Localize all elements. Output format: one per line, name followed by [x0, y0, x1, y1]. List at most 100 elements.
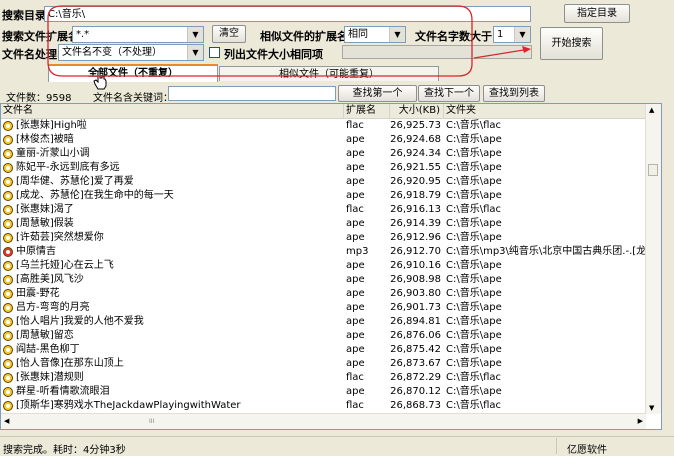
list-same-size-checkbox[interactable] [209, 47, 220, 58]
cell-size: 26,875.42 [390, 344, 441, 355]
cell-size: 26,924.68 [390, 134, 441, 145]
scroll-right-icon[interactable]: ▶ [638, 417, 643, 425]
chevron-down-icon[interactable]: ▼ [389, 27, 405, 42]
table-row[interactable]: [张惠妹]High啦 flac 26,925.73 C:\音乐\flac [1, 119, 661, 133]
table-row[interactable]: 吕方-弯弯的月亮 ape 26,901.73 C:\音乐\ape [1, 301, 661, 315]
file-count-label: 文件数：9598 [6, 93, 72, 104]
table-row[interactable]: [张惠妹]渴了 flac 26,916.13 C:\音乐\flac [1, 203, 661, 217]
tab-similar-files[interactable]: 相似文件（可能重复） [219, 66, 439, 81]
table-row[interactable]: 陈妃平-永远到底有多远 ape 26,921.55 C:\音乐\ape [1, 161, 661, 175]
cell-file-name: 吕方-弯弯的月亮 [1, 301, 344, 315]
audio-file-icon [3, 261, 13, 271]
cell-file-name: [乌兰托娅]心在云上飞 [1, 259, 344, 273]
scroll-up-icon[interactable]: ▲ [649, 106, 654, 114]
audio-file-icon [3, 219, 13, 229]
audio-file-icon [3, 275, 13, 285]
table-row[interactable]: [乌兰托娅]心在云上飞 ape 26,910.16 C:\音乐\ape [1, 259, 661, 273]
cell-ext: ape [346, 218, 365, 229]
table-row[interactable]: [顶斯华]寒鸦戏水TheJackdawPlayingwithWater flac 2… [1, 399, 661, 413]
audio-file-icon [3, 177, 13, 187]
cell-ext: ape [346, 176, 365, 187]
table-row[interactable]: [周华健、苏慧伦]爱了再爱 ape 26,920.95 C:\音乐\ape [1, 175, 661, 189]
cell-ext: mp3 [346, 246, 369, 257]
audio-file-icon [3, 331, 13, 341]
chevron-down-icon[interactable]: ▼ [514, 27, 530, 42]
cell-ext: ape [346, 302, 365, 313]
tab-all-files[interactable]: 全部文件（不重复） [48, 64, 218, 82]
start-search-button[interactable]: 开始搜索 [540, 27, 603, 60]
table-row[interactable]: [周慧敏]假装 ape 26,914.39 C:\音乐\ape [1, 217, 661, 231]
cell-ext: ape [346, 190, 365, 201]
audio-file-icon [3, 317, 13, 327]
column-header-folder[interactable]: 文件夹 [444, 104, 649, 118]
audio-file-icon [3, 205, 13, 215]
similar-ext-value: 相同 [348, 29, 368, 40]
scroll-left-icon[interactable]: ◀ [4, 417, 9, 425]
cell-folder: C:\音乐\mp3\纯音乐\北京中国古典乐团.-.[龙 [446, 246, 647, 257]
scroll-down-icon[interactable]: ▼ [649, 404, 654, 412]
horizontal-scrollbar[interactable]: ◀ III ▶ [1, 413, 646, 429]
file-list-header: 文件名 扩展名 大小(KB) 文件夹 [1, 104, 661, 119]
audio-file-icon [3, 373, 13, 383]
cell-folder: C:\音乐\flac [446, 400, 502, 411]
vertical-scroll-thumb[interactable] [648, 164, 658, 176]
column-header-name[interactable]: 文件名 [1, 104, 344, 118]
table-row[interactable]: [怡人音像]在那东山顶上 ape 26,873.67 C:\音乐\ape [1, 357, 661, 371]
table-row[interactable]: 群星-听看情歌流眼泪 ape 26,870.12 C:\音乐\ape [1, 385, 661, 399]
table-row[interactable]: [许茹芸]突然想爱你 ape 26,912.96 C:\音乐\ape [1, 231, 661, 245]
cell-size: 26,868.73 [390, 400, 441, 411]
cell-ext: flac [346, 372, 364, 383]
cell-size: 26,916.13 [390, 204, 441, 215]
table-row[interactable]: [怡人唱片]我爱的人他不爱我 ape 26,894.81 C:\音乐\ape [1, 315, 661, 329]
cell-folder: C:\音乐\ape [446, 260, 502, 271]
table-row[interactable]: [林俊杰]被暗 ape 26,924.68 C:\音乐\ape [1, 133, 661, 147]
hand-cursor-icon [93, 70, 107, 90]
audio-file-icon [3, 345, 13, 355]
find-first-button[interactable]: 查找第一个 [338, 85, 417, 102]
cell-folder: C:\音乐\ape [446, 302, 502, 313]
file-list-rows: [张惠妹]High啦 flac 26,925.73 C:\音乐\flac [林俊杰]被暗… [1, 119, 661, 427]
audio-file-icon [3, 401, 13, 411]
name-process-combo[interactable]: 文件名不变（不处理） ▼ [58, 44, 204, 61]
table-row[interactable]: [高胜美]风飞沙 ape 26,908.98 C:\音乐\ape [1, 273, 661, 287]
table-row[interactable]: 阎喆-黑色柳丁 ape 26,875.42 C:\音乐\ape [1, 343, 661, 357]
list-same-size-label: 列出文件大小相同项 [224, 48, 323, 61]
cell-ext: flac [346, 204, 364, 215]
cell-size: 26,870.12 [390, 386, 441, 397]
similar-ext-combo[interactable]: 相同 ▼ [344, 26, 406, 43]
table-row[interactable]: [张惠妹]潜规则 flac 26,872.29 C:\音乐\flac [1, 371, 661, 385]
column-header-ext[interactable]: 扩展名 [344, 104, 390, 118]
table-row[interactable]: 童丽-沂蒙山小调 ape 26,924.34 C:\音乐\ape [1, 147, 661, 161]
keyword-input[interactable] [168, 86, 336, 101]
find-next-button[interactable]: 查找下一个 [418, 85, 480, 102]
vertical-scrollbar[interactable]: ▲ ▼ [645, 104, 661, 414]
table-row[interactable]: 中原情吉 mp3 26,912.70 C:\音乐\mp3\纯音乐\北京中国古典乐团.-… [1, 245, 661, 259]
find-to-list-button[interactable]: 查找到列表 [483, 85, 545, 102]
clear-button[interactable]: 清空 [212, 25, 246, 43]
status-message: 搜索完成。耗时：4分钟3秒 [3, 445, 126, 456]
chevron-down-icon[interactable]: ▼ [187, 27, 203, 42]
ext-combo[interactable]: *.* ▼ [72, 26, 204, 43]
name-process-value: 文件名不变（不处理） [62, 47, 162, 58]
specify-dir-button[interactable]: 指定目录 [564, 4, 630, 23]
column-header-size[interactable]: 大小(KB) [390, 104, 444, 118]
search-dir-input[interactable]: C:\音乐\ [44, 6, 531, 22]
audio-file-icon [3, 247, 13, 257]
file-list[interactable]: 文件名 扩展名 大小(KB) 文件夹 [张惠妹]High啦 flac 26,925.… [0, 103, 662, 430]
table-row[interactable]: [成龙、苏慧伦]在我生命中的每一天 ape 26,918.79 C:\音乐\ape [1, 189, 661, 203]
progress-bar [342, 45, 532, 59]
table-row[interactable]: [周慧敏]留恋 ape 26,876.06 C:\音乐\ape [1, 329, 661, 343]
cell-size: 26,920.95 [390, 176, 441, 187]
table-row[interactable]: 田震-野花 ape 26,903.80 C:\音乐\ape [1, 287, 661, 301]
cell-folder: C:\音乐\flac [446, 204, 502, 215]
audio-file-icon [3, 149, 13, 159]
cell-folder: C:\音乐\ape [446, 330, 502, 341]
audio-file-icon [3, 233, 13, 243]
cell-file-name: [周华健、苏慧伦]爱了再爱 [1, 175, 344, 189]
audio-file-icon [3, 191, 13, 201]
cell-size: 26,918.79 [390, 190, 441, 201]
cell-folder: C:\音乐\ape [446, 344, 502, 355]
horizontal-scroll-grip[interactable]: III [149, 418, 154, 425]
chevron-down-icon[interactable]: ▼ [187, 45, 203, 60]
min-chars-combo[interactable]: 1 ▼ [493, 26, 531, 43]
